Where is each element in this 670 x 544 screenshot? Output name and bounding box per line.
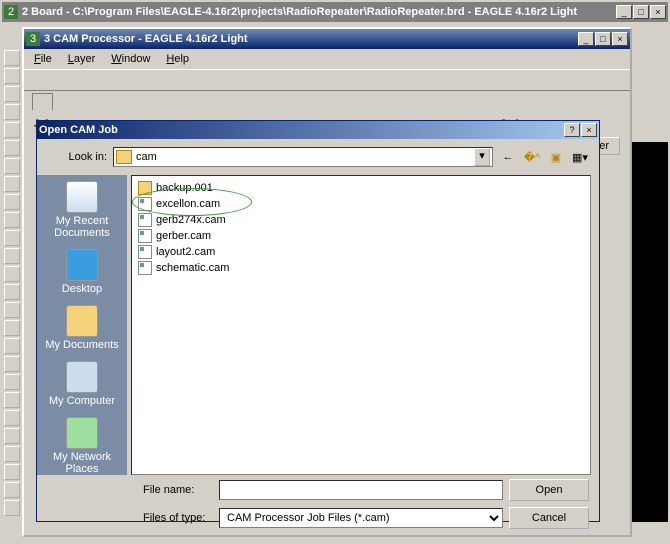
mydocs-icon <box>66 305 98 337</box>
filetype-label: Files of type: <box>143 512 213 524</box>
menu-help[interactable]: Help <box>160 51 195 67</box>
menu-window[interactable]: Window <box>105 51 156 67</box>
dialog-help-button[interactable]: ? <box>564 123 580 137</box>
place-mycomp[interactable]: My Computer <box>49 361 115 407</box>
places-bar: My Recent Documents Desktop My Documents… <box>37 175 127 475</box>
tool-name-icon[interactable] <box>4 266 20 282</box>
filename-label: File name: <box>143 484 213 496</box>
cam-maximize-button[interactable]: □ <box>595 32 611 46</box>
minimize-button[interactable]: _ <box>616 5 632 19</box>
tool-add-icon[interactable] <box>4 248 20 264</box>
tool-miter-icon[interactable] <box>4 320 20 336</box>
cam-tab[interactable] <box>32 93 53 110</box>
list-item[interactable]: excellon.cam <box>136 196 586 212</box>
list-item[interactable]: gerb274x.cam <box>136 212 586 228</box>
file-list[interactable]: backup.001 excellon.cam gerb274x.cam ger… <box>131 175 591 475</box>
folder-icon <box>138 181 152 195</box>
main-title: 2 Board - C:\Program Files\EAGLE-4.16r2\… <box>22 6 616 18</box>
cam-toolbar <box>24 69 630 91</box>
dialog-title: Open CAM Job <box>39 124 564 136</box>
tool-smash-icon[interactable] <box>4 302 20 318</box>
cam-app-icon: 3 <box>26 32 40 46</box>
tool-layer-icon[interactable] <box>4 68 20 84</box>
tool-info-icon[interactable] <box>4 50 20 66</box>
file-icon <box>138 245 152 259</box>
tool-move-icon[interactable] <box>4 86 20 102</box>
tool-circle-icon[interactable] <box>4 428 20 444</box>
folder-icon <box>116 150 132 164</box>
maximize-button[interactable]: □ <box>633 5 649 19</box>
cam-menubar: FFileile Layer Window Help <box>24 49 630 69</box>
cam-minimize-button[interactable]: _ <box>578 32 594 46</box>
tool-wire-icon[interactable] <box>4 392 20 408</box>
tool-via-icon[interactable] <box>4 500 20 516</box>
cancel-button[interactable]: Cancel <box>509 507 589 529</box>
list-item[interactable]: gerber.cam <box>136 228 586 244</box>
tool-arc-icon[interactable] <box>4 446 20 462</box>
file-icon <box>138 229 152 243</box>
desktop-icon <box>66 249 98 281</box>
close-button[interactable]: × <box>650 5 666 19</box>
tool-route-icon[interactable] <box>4 356 20 372</box>
list-item[interactable]: backup.001 <box>136 180 586 196</box>
tool-copy-icon[interactable] <box>4 104 20 120</box>
tool-rotate-icon[interactable] <box>4 140 20 156</box>
list-item[interactable]: schematic.cam <box>136 260 586 276</box>
list-item[interactable]: layout2.cam <box>136 244 586 260</box>
tool-change-icon[interactable] <box>4 176 20 192</box>
tool-value-icon[interactable] <box>4 284 20 300</box>
lookin-value: cam <box>136 151 157 163</box>
left-toolbar <box>4 50 22 516</box>
tool-cut-icon[interactable] <box>4 194 20 210</box>
menu-file[interactable]: FFileile <box>28 51 58 67</box>
open-dialog: Open CAM Job ? × Look in: cam ▾ ← �^ ▣ ▦… <box>36 120 600 522</box>
tool-text-icon[interactable] <box>4 410 20 426</box>
cam-titlebar: 3 3 CAM Processor - EAGLE 4.16r2 Light _… <box>24 29 630 49</box>
dialog-titlebar: Open CAM Job ? × <box>37 121 599 139</box>
dropdown-icon[interactable]: ▾ <box>474 148 490 166</box>
menu-layer[interactable]: Layer <box>62 51 102 67</box>
tool-split-icon[interactable] <box>4 338 20 354</box>
file-icon <box>138 197 152 211</box>
tool-delete-icon[interactable] <box>4 230 20 246</box>
tool-paste-icon[interactable] <box>4 212 20 228</box>
network-icon <box>66 417 98 449</box>
new-folder-icon[interactable]: ▣ <box>547 148 565 166</box>
main-titlebar: 2 2 Board - C:\Program Files\EAGLE-4.16r… <box>2 2 668 22</box>
filetype-select[interactable]: CAM Processor Job Files (*.cam) <box>219 508 503 528</box>
lookin-label: Look in: <box>47 151 107 163</box>
place-desktop[interactable]: Desktop <box>62 249 102 295</box>
tool-ripup-icon[interactable] <box>4 374 20 390</box>
cam-title: 3 CAM Processor - EAGLE 4.16r2 Light <box>44 33 578 45</box>
lookin-combo[interactable]: cam ▾ <box>113 147 493 167</box>
view-menu-icon[interactable]: ▦▾ <box>571 148 589 166</box>
computer-icon <box>66 361 98 393</box>
place-mydocs[interactable]: My Documents <box>45 305 118 351</box>
place-recent[interactable]: My Recent Documents <box>37 181 127 239</box>
file-icon <box>138 213 152 227</box>
tool-poly-icon[interactable] <box>4 482 20 498</box>
open-button[interactable]: Open <box>509 479 589 501</box>
recent-icon <box>66 181 98 213</box>
place-network[interactable]: My Network Places <box>37 417 127 475</box>
dialog-close-button[interactable]: × <box>581 123 597 137</box>
tool-mirror-icon[interactable] <box>4 122 20 138</box>
file-icon <box>138 261 152 275</box>
filename-input[interactable] <box>219 480 503 500</box>
tool-rect-icon[interactable] <box>4 464 20 480</box>
tool-group-icon[interactable] <box>4 158 20 174</box>
back-icon[interactable]: ← <box>499 148 517 166</box>
up-icon[interactable]: �^ <box>523 148 541 166</box>
cam-close-button[interactable]: × <box>612 32 628 46</box>
app-icon: 2 <box>4 5 18 19</box>
